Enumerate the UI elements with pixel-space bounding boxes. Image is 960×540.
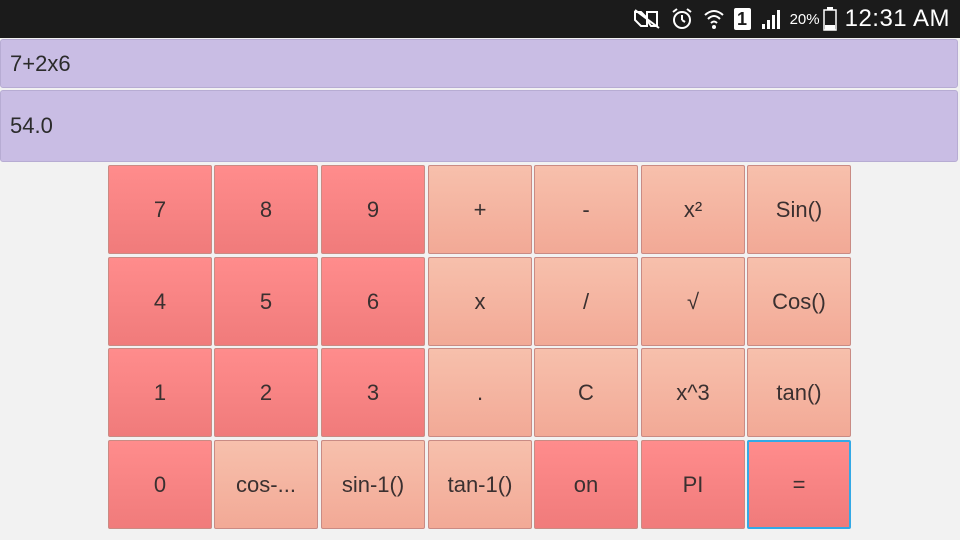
key-arcsin[interactable]: sin-1(): [321, 440, 425, 529]
key-decimal[interactable]: .: [428, 348, 532, 437]
key-3[interactable]: 3: [321, 348, 425, 437]
key-sqrt[interactable]: √: [641, 257, 745, 346]
key-clear[interactable]: C: [534, 348, 638, 437]
mute-icon: [633, 0, 661, 38]
key-0[interactable]: 0: [108, 440, 212, 529]
alarm-icon: [670, 0, 694, 38]
key-2[interactable]: 2: [214, 348, 318, 437]
key-arccos[interactable]: cos-...: [214, 440, 318, 529]
key-cube[interactable]: x^3: [641, 348, 745, 437]
expression-display[interactable]: 7+2x6: [0, 39, 958, 88]
key-square[interactable]: x²: [641, 165, 745, 254]
status-icons: 1 20% 12:31 AM: [624, 0, 950, 38]
sim-slot-number: 1: [733, 8, 751, 30]
keypad: 7 8 9 + - x² Sin() 4 5 6 x / √ Cos() 1 2…: [108, 165, 852, 529]
wifi-icon: [703, 0, 725, 38]
key-divide[interactable]: /: [534, 257, 638, 346]
key-arctan[interactable]: tan-1(): [428, 440, 532, 529]
signal-icon: [760, 0, 782, 38]
key-6[interactable]: 6: [321, 257, 425, 346]
key-sin[interactable]: Sin(): [747, 165, 851, 254]
key-4[interactable]: 4: [108, 257, 212, 346]
key-plus[interactable]: +: [428, 165, 532, 254]
key-9[interactable]: 9: [321, 165, 425, 254]
key-on[interactable]: on: [534, 440, 638, 529]
status-bar: 1 20% 12:31 AM: [0, 0, 960, 38]
key-1[interactable]: 1: [108, 348, 212, 437]
key-equals[interactable]: =: [747, 440, 851, 529]
key-5[interactable]: 5: [214, 257, 318, 346]
key-multiply[interactable]: x: [428, 257, 532, 346]
key-pi[interactable]: PI: [641, 440, 745, 529]
key-minus[interactable]: -: [534, 165, 638, 254]
key-cos[interactable]: Cos(): [747, 257, 851, 346]
result-display[interactable]: 54.0: [0, 90, 958, 162]
battery-icon: [822, 0, 837, 38]
key-7[interactable]: 7: [108, 165, 212, 254]
battery-percent: 20%: [789, 10, 820, 28]
key-tan[interactable]: tan(): [747, 348, 851, 437]
clock: 12:31 AM: [844, 5, 950, 32]
key-8[interactable]: 8: [214, 165, 318, 254]
sim-icon: 1: [733, 0, 751, 38]
